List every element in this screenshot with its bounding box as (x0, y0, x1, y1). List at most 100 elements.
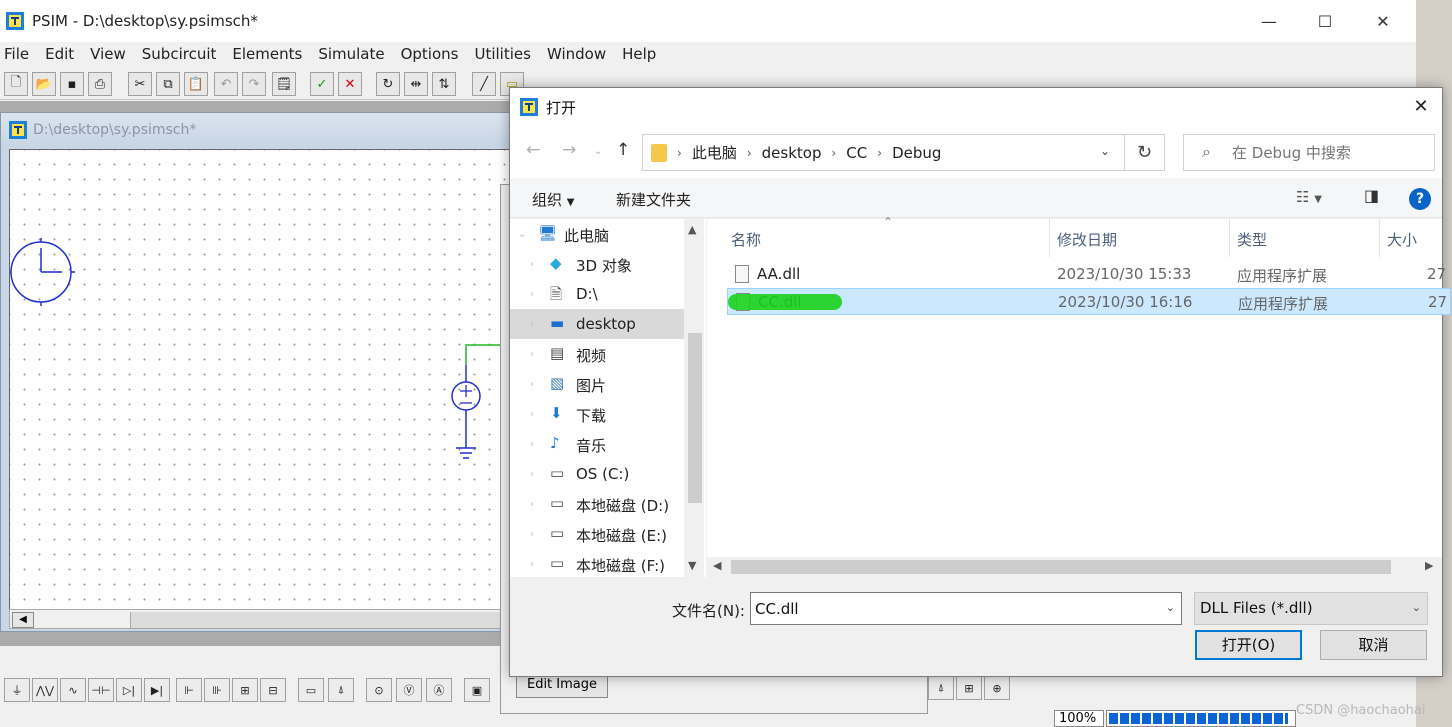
copy-button[interactable]: ⧉ (156, 72, 180, 96)
element-block-button[interactable]: ▭ (298, 678, 324, 702)
chevron-down-icon[interactable]: ⌄ (518, 229, 526, 240)
new-file-button[interactable]: 🗋 (4, 72, 28, 96)
flip-tb-button[interactable]: ⇅ (432, 72, 456, 96)
menu-utilities[interactable]: Utilities (470, 45, 536, 63)
back-button[interactable]: ← (526, 140, 540, 160)
nav-item[interactable]: › ▭ 本地磁盘 (F:) (510, 549, 684, 579)
address-bar[interactable]: › 此电脑 › desktop › CC › Debug ⌄ ↻ (642, 134, 1165, 171)
nav-item[interactable]: › ◆ 3D 对象 (510, 249, 684, 279)
element-source-button[interactable]: ⍋ (328, 678, 354, 702)
menu-simulate[interactable]: Simulate (314, 45, 390, 63)
chevron-right-icon[interactable]: › (530, 349, 534, 360)
chevron-right-icon[interactable]: › (530, 319, 534, 330)
column-divider[interactable] (1049, 219, 1050, 257)
nav-item[interactable]: › ▭ 本地磁盘 (E:) (510, 519, 684, 549)
element-inductor-button[interactable]: ∿ (60, 678, 86, 702)
element-igbt-button[interactable]: ⊞ (232, 678, 258, 702)
element-mosfet-button[interactable]: ⊪ (204, 678, 230, 702)
scroll-down-button[interactable]: ▼ (688, 559, 696, 572)
accept-button[interactable]: ✓ (310, 72, 334, 96)
reject-button[interactable]: ✕ (338, 72, 362, 96)
menu-options[interactable]: Options (397, 45, 465, 63)
minimize-button[interactable]: — (1240, 0, 1298, 42)
nav-item[interactable]: › ▤ 视频 (510, 339, 684, 369)
open-button[interactable]: 打开(O) (1195, 630, 1302, 660)
element-switch-button[interactable]: ⊩ (176, 678, 202, 702)
forward-button[interactable]: → (562, 140, 576, 160)
nav-item[interactable]: › ♪ 音乐 (510, 429, 684, 459)
element-resistor-button[interactable]: ⋀⋁ (32, 678, 58, 702)
breadcrumb-desktop[interactable]: desktop (762, 144, 822, 162)
paste-button[interactable]: 📋 (184, 72, 208, 96)
breadcrumb-debug[interactable]: Debug (892, 144, 941, 162)
menu-help[interactable]: Help (618, 45, 662, 63)
chevron-right-icon[interactable]: › (530, 439, 534, 450)
menu-elements[interactable]: Elements (228, 45, 308, 63)
chevron-right-icon[interactable]: › (530, 379, 534, 390)
canvas-horizontal-scrollbar[interactable]: ◀ (9, 609, 510, 629)
file-row[interactable]: AA.dll 2023/10/30 15:33 应用程序扩展 27 (727, 261, 1451, 288)
nav-item[interactable]: › 🗎 D:\ (510, 279, 684, 309)
element-thyristor-button[interactable]: ▶| (144, 678, 170, 702)
filetype-select[interactable]: DLL Files (*.dll) ⌄ (1194, 592, 1428, 625)
chevron-right-icon[interactable]: › (530, 529, 534, 540)
dialog-close-button[interactable]: ✕ (1406, 92, 1436, 122)
up-button[interactable]: ↑ (616, 140, 630, 160)
print-button[interactable]: ⎙ (88, 72, 112, 96)
menu-edit[interactable]: Edit (41, 45, 80, 63)
flip-lr-button[interactable]: ⇹ (404, 72, 428, 96)
nav-item[interactable]: › ▭ 本地磁盘 (D:) (510, 489, 684, 519)
port-button[interactable]: ⊕ (984, 676, 1010, 700)
element-ground-button[interactable]: ⏚ (4, 678, 30, 702)
filename-input[interactable] (755, 597, 1145, 621)
organize-button[interactable]: 组织 ▼ (532, 189, 575, 210)
new-folder-button[interactable]: 新建文件夹 (616, 189, 691, 210)
scroll-thumb[interactable] (130, 612, 510, 628)
element-capacitor-button[interactable]: ⊣⊢ (88, 678, 114, 702)
close-button[interactable]: ✕ (1354, 0, 1412, 42)
maximize-button[interactable]: ☐ (1296, 0, 1354, 42)
save-button[interactable]: ▪ (60, 72, 84, 96)
scroll-left-button[interactable]: ◀ (12, 612, 34, 628)
file-list-horizontal-scrollbar[interactable]: ◀ ▶ (707, 557, 1442, 577)
element-probe-button[interactable]: ⊙ (366, 678, 392, 702)
nav-item[interactable]: ⌄ 🖥 此电脑 (510, 219, 684, 249)
scroll-left-button[interactable]: ◀ (713, 559, 721, 572)
nav-item[interactable]: › ▬ desktop (510, 309, 684, 339)
nav-item[interactable]: › ▧ 图片 (510, 369, 684, 399)
help-button[interactable]: ? (1409, 188, 1431, 210)
cut-button[interactable]: ✂ (128, 72, 152, 96)
pin-button[interactable]: ⊞ (956, 676, 982, 700)
rotate-button[interactable]: ↻ (376, 72, 400, 96)
chevron-right-icon[interactable]: › (530, 259, 534, 270)
element-ammeter-button[interactable]: Ⓐ (426, 678, 452, 702)
column-header-size[interactable]: 大小 (1387, 229, 1417, 250)
element-diode-button[interactable]: ▷| (116, 678, 142, 702)
wire-button[interactable]: ╱ (472, 72, 496, 96)
breadcrumb-this-pc[interactable]: 此电脑 (692, 142, 737, 163)
open-file-button[interactable]: 📂 (32, 72, 56, 96)
recent-locations-button[interactable]: ⌄ (594, 146, 602, 157)
preview-pane-button[interactable]: ◨ (1364, 186, 1386, 208)
scroll-right-button[interactable]: ▶ (1425, 559, 1433, 572)
address-dropdown-button[interactable]: ⌄ (1100, 144, 1110, 158)
file-scroll-thumb[interactable] (731, 560, 1391, 574)
menu-file[interactable]: File (0, 45, 35, 63)
breadcrumb-cc[interactable]: CC (846, 144, 867, 162)
element-scope-button[interactable]: ▣ (464, 678, 490, 702)
scroll-up-button[interactable]: ▲ (688, 223, 696, 236)
menu-view[interactable]: View (86, 45, 132, 63)
column-header-type[interactable]: 类型 (1237, 229, 1267, 250)
clipboard-button[interactable]: 🗒 (272, 72, 296, 96)
element-voltmeter-button[interactable]: Ⓥ (396, 678, 422, 702)
menu-window[interactable]: Window (543, 45, 612, 63)
column-divider[interactable] (1379, 219, 1380, 257)
redo-button[interactable]: ↷ (242, 72, 266, 96)
anchor-button[interactable]: ⍋ (928, 676, 954, 700)
chevron-right-icon[interactable]: › (530, 469, 534, 480)
chevron-down-icon[interactable]: ⌄ (1166, 601, 1175, 614)
column-header-date[interactable]: 修改日期 (1057, 229, 1117, 250)
chevron-right-icon[interactable]: › (530, 559, 534, 570)
chevron-right-icon[interactable]: › (530, 289, 534, 300)
menu-subcircuit[interactable]: Subcircuit (138, 45, 223, 63)
